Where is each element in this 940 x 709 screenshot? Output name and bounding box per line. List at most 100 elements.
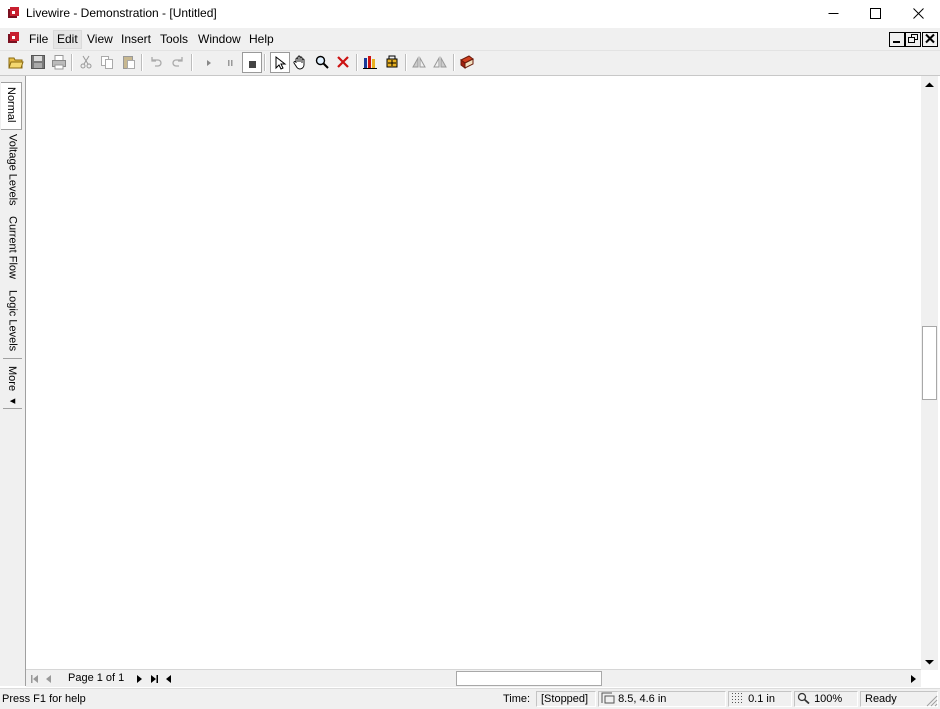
document-icon[interactable] [7,31,21,45]
previous-page-icon [46,674,51,683]
pause-icon [228,60,233,66]
flip-horizontal-button[interactable] [410,53,428,71]
minimize-icon [893,41,900,43]
toolbar-separator [453,54,455,71]
horizontal-scroll-thumb[interactable] [456,671,602,686]
pause-button[interactable] [221,53,239,71]
tab-more-label: More ◂ [6,366,18,408]
arrow-left-icon [166,674,171,683]
status-bar: Press F1 for help Time: [Stopped] 8.5, 4… [0,688,940,709]
menu-file[interactable]: File [26,31,51,48]
vertical-scrollbar[interactable] [921,76,938,670]
minimize-button[interactable] [812,0,854,27]
time-label: Time: [503,693,531,705]
tab-current-flow-label: Current Flow [6,216,19,279]
tab-normal[interactable]: Normal [1,82,22,130]
print-button[interactable] [50,53,68,71]
close-button[interactable] [897,0,939,27]
grid-status: 0.1 in [728,691,792,707]
stop-icon [249,60,256,68]
gallery-button[interactable] [361,53,379,71]
first-page-button[interactable] [28,670,42,687]
save-icon [31,55,45,69]
menu-edit[interactable]: Edit [53,30,82,49]
stop-button[interactable] [242,52,262,73]
print-icon [52,55,66,70]
open-folder-icon [8,57,24,69]
resize-grip-icon[interactable] [926,695,938,707]
circuit-canvas[interactable] [26,76,921,669]
undo-button[interactable] [147,53,165,71]
tab-voltage-levels[interactable]: Voltage Levels [2,130,23,210]
page-size-value: 8.5, 4.6 in [618,693,667,705]
help-book-button[interactable] [458,53,476,71]
vertical-scroll-thumb[interactable] [922,326,937,400]
toolbar [0,51,940,76]
next-page-button[interactable] [132,670,146,687]
undo-icon [151,57,162,67]
ready-value: Ready [865,693,897,705]
mdi-close-button[interactable] [922,32,938,47]
save-button[interactable] [29,53,47,71]
maximize-button[interactable] [854,0,896,27]
menu-insert[interactable]: Insert [118,31,154,48]
arrow-up-icon [925,82,934,87]
select-tool-button[interactable] [270,52,290,73]
window-title: Livewire - Demonstration - [Untitled] [26,6,217,20]
redo-button[interactable] [169,53,187,71]
tab-logic-levels[interactable]: Logic Levels [2,286,23,356]
flip-vertical-button[interactable] [431,53,449,71]
previous-page-button[interactable] [42,670,56,687]
page-size-icon [601,692,615,704]
components-button[interactable] [383,53,401,71]
size-status: 8.5, 4.6 in [598,691,726,707]
open-button[interactable] [7,53,25,71]
mdi-minimize-button[interactable] [889,32,905,47]
book-icon [460,55,474,69]
menu-tools[interactable]: Tools [157,31,191,48]
tab-voltage-levels-label: Voltage Levels [6,134,19,206]
time-value: [Stopped] [541,693,589,705]
mdi-restore-button[interactable] [905,32,921,47]
view-mode-tabs: Normal Voltage Levels Current Flow Logic… [0,76,26,686]
delete-icon [337,56,349,68]
scroll-up-button[interactable] [921,76,938,93]
title-bar: Livewire - Demonstration - [Untitled] [0,0,940,27]
play-button[interactable] [199,53,217,71]
livewire-app-icon [8,7,19,18]
paste-button[interactable] [120,53,138,71]
restore-icon [908,34,918,43]
grid-value: 0.1 in [748,693,775,705]
zoom-tool-button[interactable] [313,53,331,71]
toolbar-separator [191,54,193,71]
flip-vertical-icon [433,56,447,68]
toolbar-separator [141,54,143,71]
components-icon [386,55,398,68]
scroll-right-button[interactable] [906,670,920,687]
menu-view[interactable]: View [84,31,116,48]
menu-window[interactable]: Window [195,31,244,48]
zoom-status: 100% [794,691,858,707]
page-navigation-bar: Page 1 of 1 [26,669,921,687]
scroll-left-button[interactable] [162,670,176,687]
tab-more[interactable]: More ◂ [2,362,23,408]
toolbar-separator [405,54,407,71]
pointer-icon [275,55,287,70]
tab-current-flow[interactable]: Current Flow [2,212,23,284]
maximize-icon [869,8,881,19]
first-page-icon [31,674,38,683]
tab-normal-label: Normal [5,87,17,123]
tab-separator [3,408,22,409]
play-icon [207,60,211,66]
flip-horizontal-icon [412,56,426,68]
menu-help[interactable]: Help [246,31,277,48]
delete-tool-button[interactable] [334,53,352,71]
pan-tool-button[interactable] [291,53,309,71]
arrow-down-icon [925,659,934,664]
cut-button[interactable] [77,53,95,71]
tab-separator [3,358,22,359]
help-hint: Press F1 for help [2,693,86,705]
copy-button[interactable] [98,53,116,71]
scroll-down-button[interactable] [921,653,938,670]
last-page-button[interactable] [147,670,161,687]
